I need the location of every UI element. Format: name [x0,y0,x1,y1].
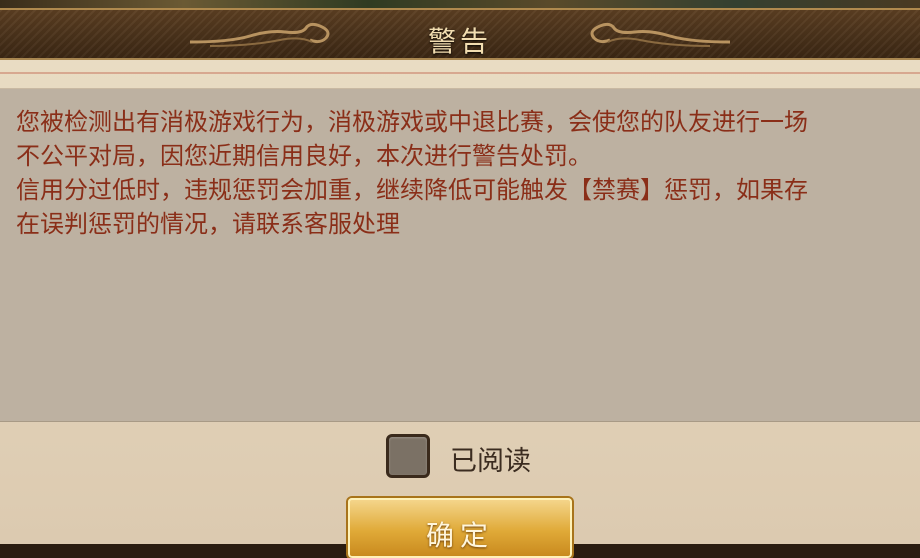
cloud-ornament-right-icon [590,22,730,47]
warning-message-line: 在误判惩罚的情况，请联系客服处理 [16,210,400,238]
dialog-title: 警告 [427,25,492,58]
dialog-panel: 您被检测出有消极游戏行为，消极游戏或中退比赛，会使您的队友进行一场 不公平对局，… [0,60,920,558]
dialog-title-bar: 警告 [0,8,920,60]
warning-message: 您被检测出有消极游戏行为，消极游戏或中退比赛，会使您的队友进行一场 不公平对局，… [16,105,896,241]
warning-message-box: 您被检测出有消极游戏行为，消极游戏或中退比赛，会使您的队友进行一场 不公平对局，… [0,88,920,422]
confirm-button[interactable]: 确定 [348,498,572,558]
read-checkbox-label[interactable]: 已阅读 [450,439,531,478]
read-checkbox[interactable] [386,434,430,478]
warning-message-line: 不公平对局，因您近期信用良好，本次进行警告处罚。 [16,142,592,170]
warning-message-line: 您被检测出有消极游戏行为，消极游戏或中退比赛，会使您的队友进行一场 [16,108,808,136]
confirm-button-label: 确定 [425,519,494,552]
panel-divider [0,72,920,74]
warning-message-line: 信用分过低时，违规惩罚会加重，继续降低可能触发【禁赛】惩罚，如果存 [16,176,808,204]
